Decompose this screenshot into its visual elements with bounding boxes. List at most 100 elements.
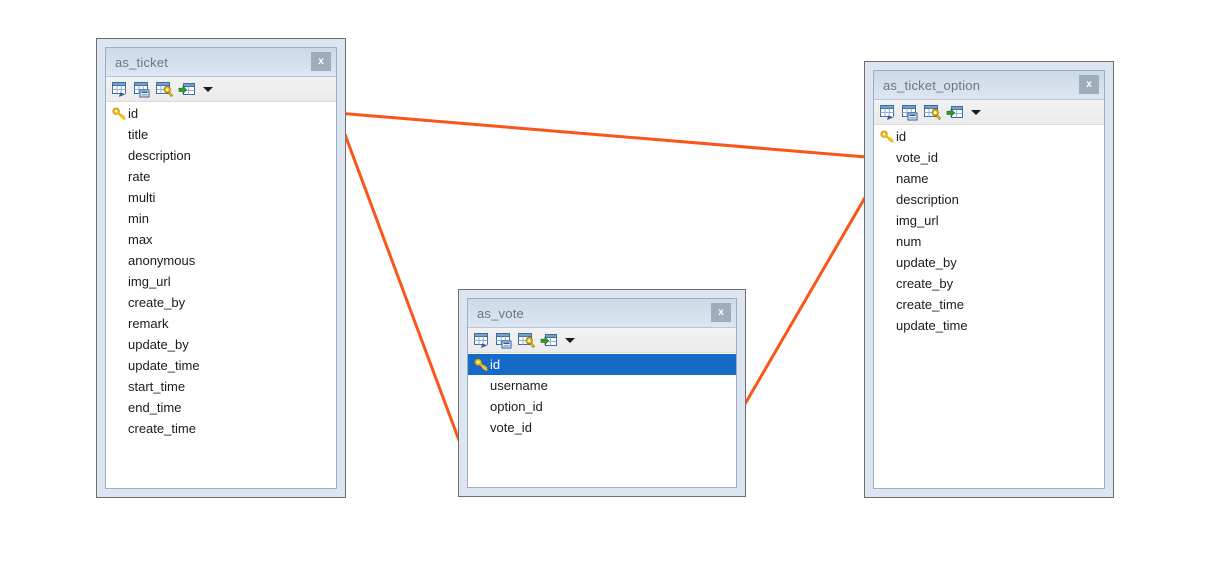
column-row[interactable]: option_id [468, 396, 736, 417]
column-row[interactable]: end_time [106, 397, 336, 418]
column-row[interactable]: multi [106, 187, 336, 208]
column-name-label: min [128, 211, 149, 226]
column-name-label: remark [128, 316, 169, 331]
column-name-label: name [896, 171, 929, 186]
column-row[interactable]: num [874, 231, 1104, 252]
primary-key-icon [110, 107, 128, 120]
table-export-icon[interactable] [178, 81, 196, 98]
relationship-line-as_ticket-to-as_ticket_option[interactable] [335, 111, 868, 159]
column-name-label: create_by [896, 276, 954, 291]
column-row[interactable]: create_time [106, 418, 336, 439]
er-diagram-canvas: as_ticket x id title description rate multi min… [0, 0, 1212, 565]
column-name-label: start_time [128, 379, 186, 394]
column-row[interactable]: rate [106, 166, 336, 187]
column-name-label: update_by [128, 337, 189, 352]
column-row[interactable]: title [106, 124, 336, 145]
column-name-label: id [490, 357, 501, 372]
column-row[interactable]: name [874, 168, 1104, 189]
column-name-label: description [128, 148, 191, 163]
column-name-label: rate [128, 169, 151, 184]
close-icon[interactable]: x [1079, 75, 1099, 94]
table-records-icon[interactable] [902, 104, 920, 121]
chevron-down-icon[interactable] [203, 86, 213, 92]
column-row[interactable]: min [106, 208, 336, 229]
column-name-label: option_id [490, 399, 543, 414]
column-row[interactable]: username [468, 375, 736, 396]
column-name-label: update_time [896, 318, 968, 333]
column-list: id title description rate multi min max anonymo… [106, 102, 336, 488]
table-name-label: as_ticket [115, 54, 169, 70]
panel-titlebar[interactable]: as_vote x [468, 299, 736, 328]
close-icon[interactable]: x [311, 52, 331, 71]
column-row[interactable]: img_url [874, 210, 1104, 231]
column-list: id username option_id vote_id [468, 353, 736, 487]
column-name-label: multi [128, 190, 156, 205]
column-row[interactable]: vote_id [874, 147, 1104, 168]
column-name-label: create_time [128, 421, 196, 436]
column-row[interactable]: id [468, 354, 736, 375]
column-list: id vote_idname description img_urlnum update… [874, 125, 1104, 488]
panel-titlebar[interactable]: as_ticket x [106, 48, 336, 77]
column-name-label: img_url [128, 274, 171, 289]
table-edit-icon[interactable] [474, 332, 492, 349]
column-row[interactable]: update_by [106, 334, 336, 355]
table-key-icon[interactable] [924, 104, 942, 121]
column-name-label: id [128, 106, 139, 121]
column-row[interactable]: create_by [106, 292, 336, 313]
panel-toolbar [874, 100, 1104, 125]
table-export-icon[interactable] [540, 332, 558, 349]
column-name-label: update_by [896, 255, 957, 270]
column-row[interactable]: update_time [106, 355, 336, 376]
column-name-label: username [490, 378, 548, 393]
column-row[interactable]: max [106, 229, 336, 250]
column-name-label: title [128, 127, 149, 142]
column-row[interactable]: remark [106, 313, 336, 334]
column-row[interactable]: id [106, 103, 336, 124]
table-key-icon[interactable] [518, 332, 536, 349]
table-records-icon[interactable] [496, 332, 514, 349]
chevron-down-icon[interactable] [971, 109, 981, 115]
relationship-line-as_ticket-to-as_vote[interactable] [335, 111, 462, 445]
column-name-label: vote_id [490, 420, 532, 435]
column-row[interactable]: anonymous [106, 250, 336, 271]
primary-key-icon [472, 358, 490, 371]
panel-toolbar [468, 328, 736, 353]
column-name-label: create_time [896, 297, 964, 312]
chevron-down-icon[interactable] [565, 337, 575, 343]
column-name-label: description [896, 192, 959, 207]
column-name-label: num [896, 234, 922, 249]
column-name-label: vote_id [896, 150, 938, 165]
column-row[interactable]: id [874, 126, 1104, 147]
column-row[interactable]: create_by [874, 273, 1104, 294]
column-name-label: max [128, 232, 153, 247]
column-row[interactable]: start_time [106, 376, 336, 397]
table-records-icon[interactable] [134, 81, 152, 98]
column-name-label: img_url [896, 213, 939, 228]
table-export-icon[interactable] [946, 104, 964, 121]
table-edit-icon[interactable] [880, 104, 898, 121]
column-row[interactable]: update_time [874, 315, 1104, 336]
column-name-label: update_time [128, 358, 200, 373]
table-panel-as_vote[interactable]: as_vote x id username option_id vote_id [458, 289, 746, 497]
column-row[interactable]: create_time [874, 294, 1104, 315]
primary-key-icon [878, 130, 896, 143]
table-key-icon[interactable] [156, 81, 174, 98]
column-row[interactable]: vote_id [468, 417, 736, 438]
table-edit-icon[interactable] [112, 81, 130, 98]
column-name-label: end_time [128, 400, 182, 415]
column-name-label: anonymous [128, 253, 196, 268]
column-row[interactable]: description [874, 189, 1104, 210]
column-name-label: id [896, 129, 907, 144]
column-row[interactable]: update_by [874, 252, 1104, 273]
close-icon[interactable]: x [711, 303, 731, 322]
column-row[interactable]: description [106, 145, 336, 166]
table-name-label: as_vote [477, 305, 524, 321]
panel-inner: as_ticket_option x id vote_idname descriptio… [873, 70, 1105, 489]
table-panel-as_ticket_option[interactable]: as_ticket_option x id vote_idname descriptio… [864, 61, 1114, 498]
panel-titlebar[interactable]: as_ticket_option x [874, 71, 1104, 100]
table-panel-as_ticket[interactable]: as_ticket x id title description rate multi min… [96, 38, 346, 498]
panel-inner: as_vote x id username option_id vote_id [467, 298, 737, 488]
panel-toolbar [106, 77, 336, 102]
column-row[interactable]: img_url [106, 271, 336, 292]
table-name-label: as_ticket_option [883, 77, 981, 93]
